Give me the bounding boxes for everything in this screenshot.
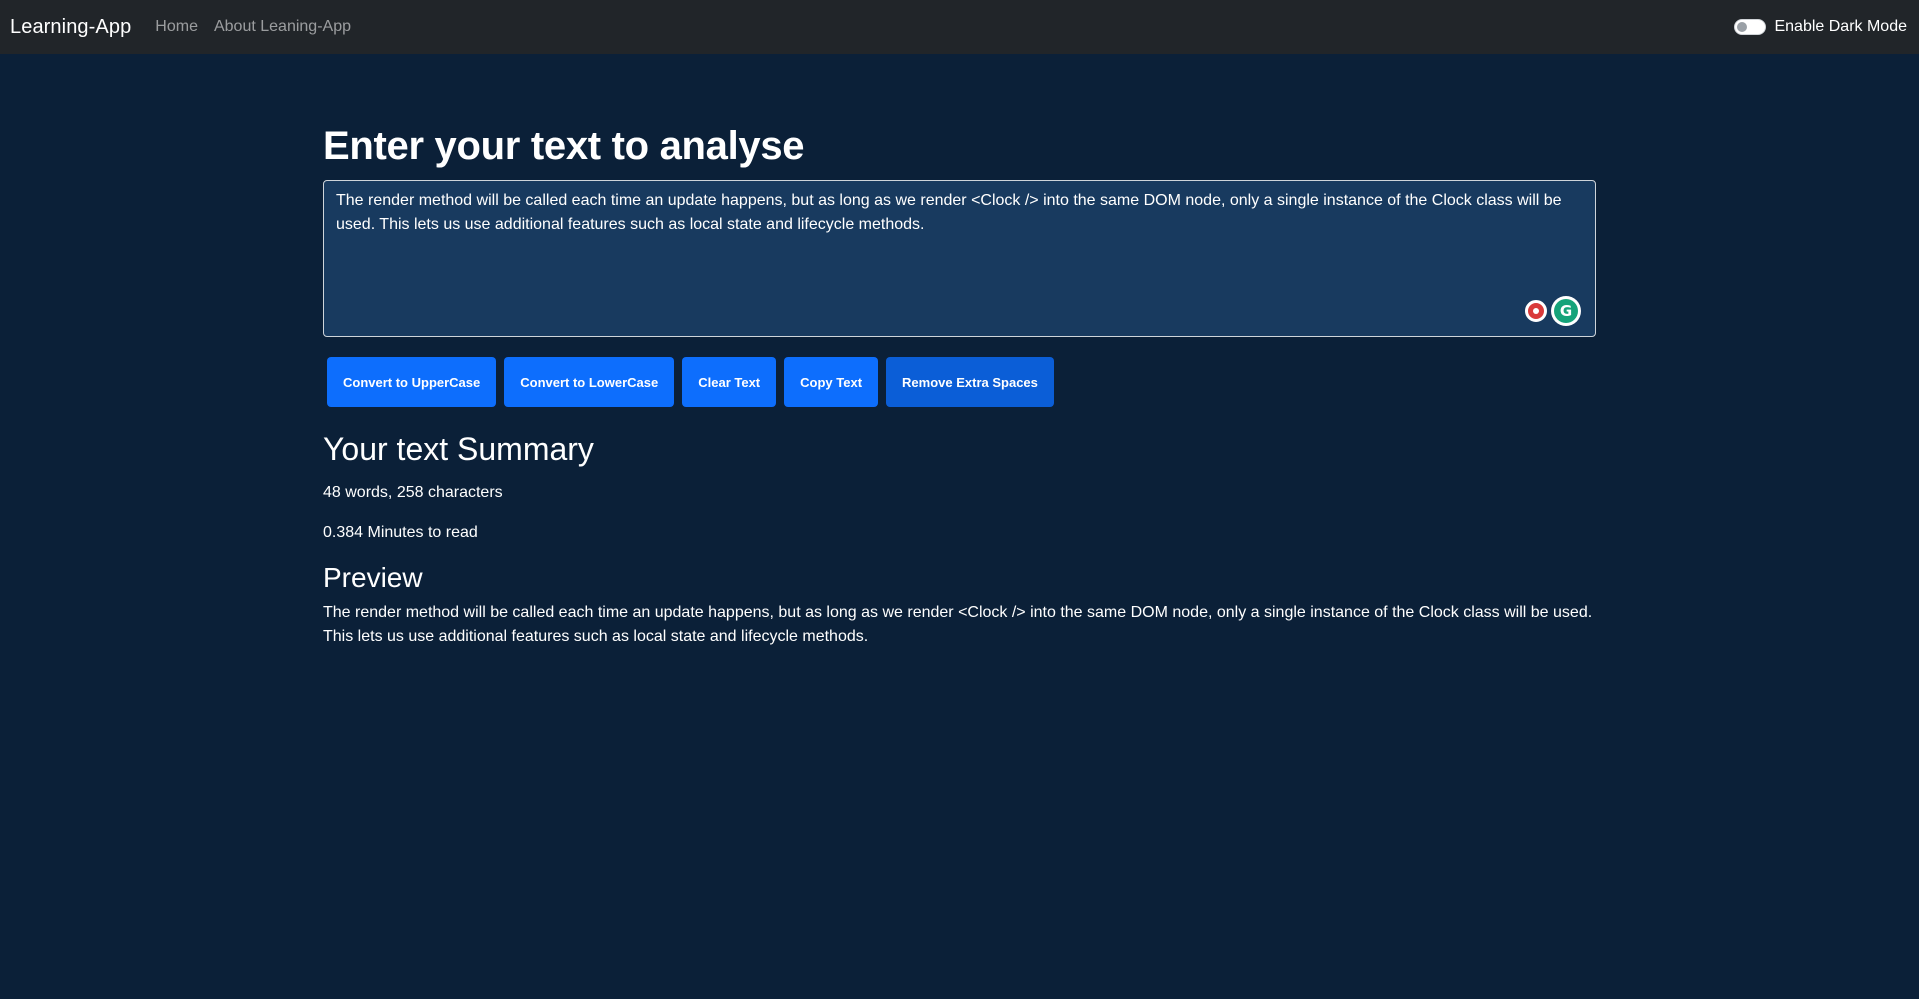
copy-text-button[interactable]: Copy Text xyxy=(784,357,879,407)
target-icon[interactable] xyxy=(1525,300,1547,322)
brand-link[interactable]: Learning-App xyxy=(10,16,131,39)
text-input-wrapper: G xyxy=(323,180,1596,337)
action-buttons: Convert to UpperCase Convert to LowerCas… xyxy=(323,357,1596,407)
grammarly-g-glyph: G xyxy=(1554,299,1578,323)
preview-text: The render method will be called each ti… xyxy=(323,604,1593,645)
dark-mode-label[interactable]: Enable Dark Mode xyxy=(1774,18,1907,36)
main-container: Enter your text to analyse G Convert to … xyxy=(323,54,1596,649)
clear-text-button[interactable]: Clear Text xyxy=(682,357,777,407)
dark-mode-switch[interactable] xyxy=(1734,19,1767,35)
switch-knob xyxy=(1737,22,1748,32)
remove-extra-spaces-button[interactable]: Remove Extra Spaces xyxy=(886,357,1054,407)
nav-link-about[interactable]: About Leaning-App xyxy=(214,18,351,36)
read-time: 0.384 Minutes to read xyxy=(323,524,478,541)
text-input[interactable] xyxy=(324,181,1595,336)
dark-mode-toggle[interactable]: Enable Dark Mode xyxy=(1734,0,1907,54)
grammar-extension-icons: G xyxy=(1525,296,1581,326)
preview-heading: Preview xyxy=(323,562,423,593)
summary-heading: Your text Summary xyxy=(323,431,594,467)
nav-link-home[interactable]: Home xyxy=(155,18,198,36)
navbar: Learning-App Home About Leaning-App Enab… xyxy=(0,0,1919,54)
grammarly-icon[interactable]: G xyxy=(1551,296,1581,326)
word-char-count: 48 words, 258 characters xyxy=(323,484,503,501)
uppercase-button[interactable]: Convert to UpperCase xyxy=(327,357,497,407)
page-title: Enter your text to analyse xyxy=(323,124,805,168)
lowercase-button[interactable]: Convert to LowerCase xyxy=(504,357,675,407)
